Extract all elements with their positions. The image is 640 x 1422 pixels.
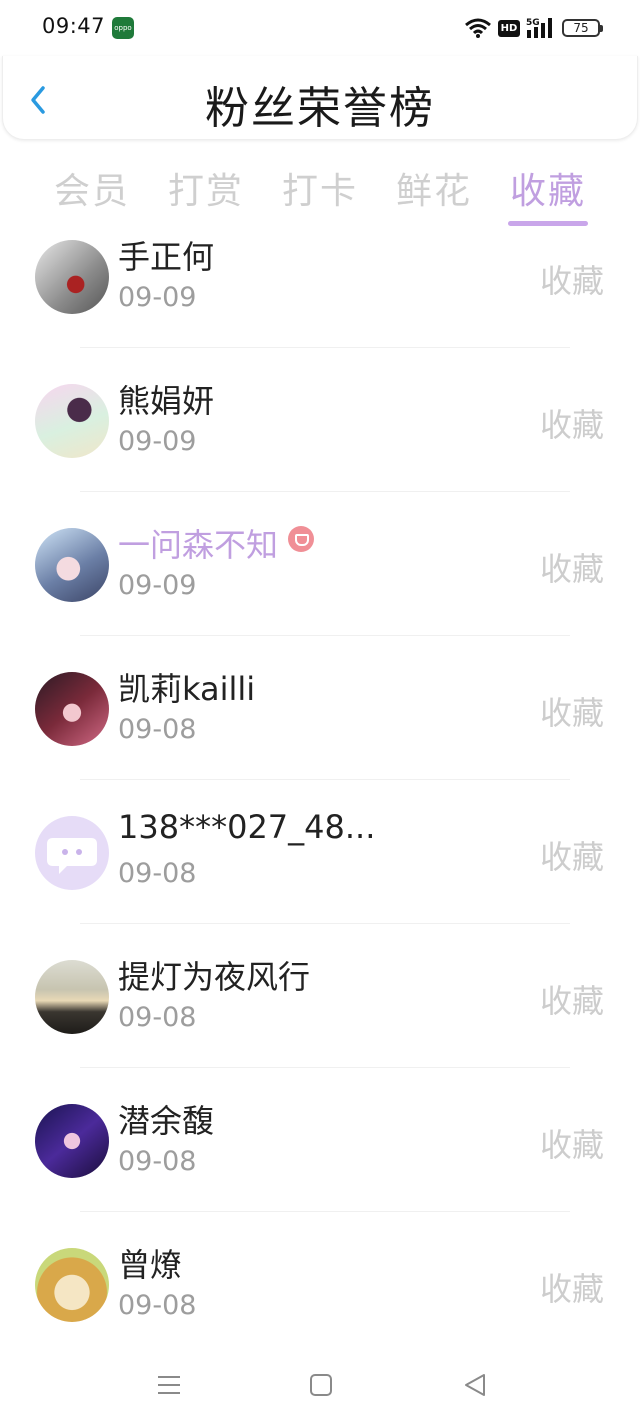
wifi-icon [465, 18, 491, 38]
item-date: 09-08 [118, 1002, 197, 1033]
fan-list[interactable]: 手正何 09-09 收藏 熊娟妍 09-09 收藏 一问森不知 09-09 收藏… [0, 240, 640, 1350]
signal-icon: 5G [526, 18, 552, 38]
tab-flower[interactable]: 鲜花 [396, 162, 472, 214]
tab-member[interactable]: 会员 [54, 162, 130, 214]
collect-label: 收藏 [539, 838, 604, 876]
avatar[interactable] [35, 672, 109, 746]
avatar[interactable] [35, 960, 109, 1034]
avatar[interactable] [35, 384, 109, 458]
item-date: 09-08 [118, 1146, 197, 1177]
collect-label: 收藏 [539, 982, 604, 1020]
menu-button[interactable] [154, 1370, 184, 1400]
item-date: 09-08 [118, 1290, 197, 1321]
user-name: 潜余馥 [118, 1102, 215, 1140]
status-bar: 09:47 oppo HD 5G 75 [0, 0, 640, 56]
user-name: 曾燎 [118, 1246, 183, 1284]
user-name-text: 一问森不知 [118, 526, 279, 564]
user-name: 手正何 [118, 240, 215, 276]
collect-label: 收藏 [539, 406, 604, 444]
battery-indicator: 75 [562, 19, 603, 37]
item-date: 09-09 [118, 282, 197, 313]
collect-label: 收藏 [539, 694, 604, 732]
status-indicators: HD 5G 75 [464, 16, 603, 40]
avatar[interactable] [35, 528, 109, 602]
user-name: 提灯为夜风行 [118, 958, 311, 996]
item-date: 09-09 [118, 570, 197, 601]
system-nav-bar [0, 1350, 640, 1422]
tab-reward[interactable]: 打赏 [168, 162, 244, 214]
back-triangle-icon [465, 1374, 485, 1396]
chat-bubble-icon [47, 838, 97, 874]
hd-badge: HD [498, 19, 520, 37]
tab-collect[interactable]: 收藏 [510, 162, 586, 214]
list-item[interactable]: 熊娟妍 09-09 收藏 [0, 348, 640, 492]
avatar[interactable] [35, 240, 109, 314]
collect-label: 收藏 [539, 262, 604, 300]
tab-indicator [508, 221, 588, 226]
list-item[interactable]: 138***027_48... 09-08 收藏 [0, 780, 640, 924]
oppo-app-icon: oppo [112, 17, 134, 39]
item-date: 09-08 [118, 858, 197, 889]
list-item[interactable]: 凯莉kailli 09-08 收藏 [0, 636, 640, 780]
user-name: 熊娟妍 [118, 382, 215, 420]
back-nav-button[interactable] [460, 1370, 490, 1400]
menu-icon [158, 1376, 180, 1394]
list-item[interactable]: 潜余馥 09-08 收藏 [0, 1068, 640, 1212]
list-item[interactable]: 手正何 09-09 收藏 [0, 240, 640, 348]
collect-label: 收藏 [539, 550, 604, 588]
user-name: 凯莉kailli [118, 670, 256, 708]
list-item[interactable]: 一问森不知 09-09 收藏 [0, 492, 640, 636]
list-item[interactable]: 曾燎 09-08 收藏 [0, 1212, 640, 1350]
page-title: 粉丝荣誉榜 [205, 83, 435, 134]
tab-checkin[interactable]: 打卡 [282, 162, 358, 214]
collect-label: 收藏 [539, 1126, 604, 1164]
item-date: 09-08 [118, 714, 197, 745]
avatar[interactable] [35, 1104, 109, 1178]
user-name: 一问森不知 [118, 520, 315, 566]
avatar[interactable] [35, 816, 109, 890]
diamond-icon [288, 526, 315, 552]
list-item[interactable]: 提灯为夜风行 09-08 收藏 [0, 924, 640, 1068]
header: 粉丝荣誉榜 [2, 56, 638, 140]
network-type: 5G [526, 18, 540, 28]
status-time: 09:47 [42, 14, 106, 38]
avatar[interactable] [35, 1248, 109, 1322]
home-button[interactable] [306, 1370, 336, 1400]
tab-bar: 会员 打赏 打卡 鲜花 收藏 [0, 150, 640, 240]
item-date: 09-09 [118, 426, 197, 457]
user-name: 138***027_48... [118, 808, 376, 846]
home-square-icon [310, 1374, 332, 1396]
collect-label: 收藏 [539, 1270, 604, 1308]
